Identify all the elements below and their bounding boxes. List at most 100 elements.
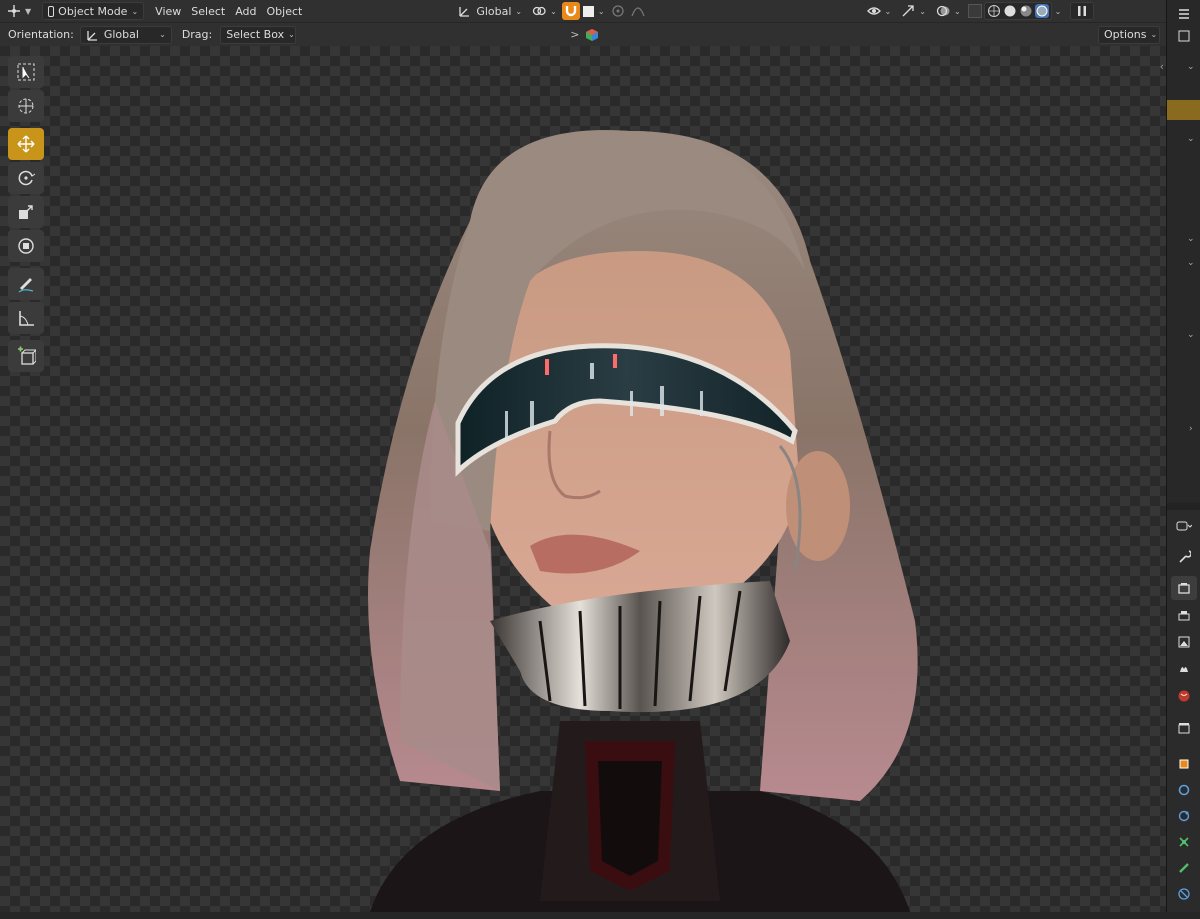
bone-icon: [1179, 863, 1189, 873]
scene-properties-tab[interactable]: [1171, 656, 1197, 680]
physics-properties-tab[interactable]: [1171, 830, 1197, 854]
sidebar-toggle-arrow[interactable]: ‹: [1160, 60, 1164, 73]
constraints-properties-tab[interactable]: [1171, 856, 1197, 880]
particles-properties-tab[interactable]: [1171, 804, 1197, 828]
toolbar: [8, 56, 44, 374]
pause-render-button[interactable]: [1070, 2, 1095, 20]
cursor-tool[interactable]: [8, 90, 44, 122]
chevron-down-icon: ▼: [25, 6, 32, 16]
modifier-icon: [1178, 784, 1190, 796]
move-tool[interactable]: [8, 128, 44, 160]
chevron-down-icon: ⌄: [131, 6, 139, 16]
snap-target-dropdown[interactable]: ⌄: [580, 2, 608, 20]
outliner-panel[interactable]: ⌄ ⌄ ⌄ ⌄ ⌄ ›: [1167, 0, 1200, 503]
shading-modes: [983, 2, 1052, 20]
collapse-chevron-icon[interactable]: ⌄: [1187, 330, 1195, 340]
printer-icon: [1178, 611, 1190, 621]
menu-select[interactable]: Select: [186, 2, 230, 20]
camera-back-icon: [1178, 583, 1190, 594]
annotate-tool[interactable]: [8, 268, 44, 300]
expand-header-arrow[interactable]: >: [570, 28, 579, 41]
solid-shading-icon[interactable]: [1003, 4, 1017, 18]
tool-settings-bar: Orientation: Global ⌄ Drag: Select Box ⌄…: [0, 22, 1166, 46]
pivot-icon: [532, 4, 546, 18]
chevron-down-icon: ⌄: [550, 6, 557, 16]
orientation-icon: [458, 4, 472, 18]
falloff-dropdown[interactable]: [628, 2, 648, 20]
mode-dropdown[interactable]: Object Mode ⌄: [42, 2, 145, 20]
menu-view[interactable]: View: [150, 2, 186, 20]
gizmo-toggle[interactable]: ⌄: [896, 2, 931, 20]
transform-gizmo-icon: [7, 4, 21, 18]
gizmo-icon: [901, 4, 915, 18]
rendered-character-image: [368, 130, 918, 912]
snap-increment-icon: [582, 5, 594, 17]
collapse-chevron-icon[interactable]: ⌄: [1187, 62, 1195, 72]
expand-chevron-icon[interactable]: ›: [1189, 424, 1193, 434]
status-bar: [0, 912, 1200, 919]
3d-viewport[interactable]: ‹: [0, 46, 1166, 912]
options-dropdown[interactable]: Options ⌄: [1098, 25, 1160, 44]
render-properties-tab[interactable]: [1171, 576, 1197, 600]
proportional-edit-toggle[interactable]: [608, 2, 628, 20]
output-properties-tab[interactable]: [1171, 604, 1197, 628]
particles-icon: [1178, 810, 1190, 822]
menu-add[interactable]: Add: [230, 2, 261, 20]
shading-options-dropdown[interactable]: ⌄: [1052, 2, 1065, 20]
visibility-dropdown[interactable]: ⌄: [862, 2, 897, 20]
view-layer-properties-tab[interactable]: [1171, 630, 1197, 654]
right-editors-column: ⌄ ⌄ ⌄ ⌄ ⌄ ›: [1166, 0, 1200, 912]
editor-type-button[interactable]: ▼: [2, 2, 36, 20]
properties-editor-type-icon[interactable]: [1171, 514, 1197, 538]
orientation-setting-value: Global: [103, 28, 139, 41]
mode-label: Object Mode: [58, 4, 128, 18]
menu-object[interactable]: Object: [262, 2, 308, 20]
snap-toggle[interactable]: [561, 2, 580, 20]
collapse-chevron-icon[interactable]: ⌄: [1187, 258, 1195, 268]
material-preview-icon[interactable]: [1019, 4, 1033, 18]
data-icon: [1178, 888, 1190, 900]
object-properties-tab[interactable]: [1171, 752, 1197, 776]
overlays-toggle[interactable]: ⌄: [931, 2, 966, 20]
collapse-chevron-icon[interactable]: ⌄: [1187, 234, 1195, 244]
rendered-shading-icon[interactable]: [1034, 4, 1049, 18]
chevron-down-icon: ⌄: [1054, 6, 1062, 16]
modifier-properties-tab[interactable]: [1171, 778, 1197, 802]
collapse-chevron-icon[interactable]: ⌄: [1187, 134, 1195, 144]
editor-type-icon[interactable]: [1171, 2, 1197, 26]
cube-gizmo-icon[interactable]: [585, 28, 599, 42]
filter-icon[interactable]: [1171, 24, 1197, 48]
measure-tool[interactable]: [8, 302, 44, 334]
proportional-edit-icon: [611, 4, 625, 18]
chevron-down-icon: ⌄: [1150, 30, 1158, 39]
chevron-down-icon: ⌄: [159, 30, 166, 39]
image-icon: [1178, 636, 1190, 648]
drag-setting-dropdown[interactable]: Select Box ⌄: [220, 25, 297, 44]
tool-properties-tab[interactable]: [1171, 544, 1197, 568]
scale-tool[interactable]: [8, 196, 44, 228]
transform-orientation-dropdown[interactable]: Global ⌄: [453, 2, 527, 20]
magnet-icon: [564, 4, 578, 18]
wireframe-shading-icon[interactable]: [987, 4, 1001, 18]
options-label: Options: [1104, 28, 1147, 41]
select-box-tool[interactable]: [8, 56, 44, 88]
wrench-icon: [1179, 550, 1191, 563]
scale-icon: [19, 205, 33, 219]
cursor-icon: [18, 98, 34, 114]
add-cube-tool[interactable]: [8, 340, 44, 372]
pivot-button[interactable]: ⌄: [527, 2, 562, 20]
chevron-down-icon: ⌄: [288, 30, 295, 39]
object-square-icon: [1179, 759, 1189, 769]
world-properties-tab[interactable]: [1171, 684, 1197, 708]
data-properties-tab[interactable]: [1171, 882, 1197, 906]
transform-tool[interactable]: [8, 230, 44, 262]
rotate-tool[interactable]: [8, 162, 44, 194]
orientation-label: Global: [476, 4, 512, 18]
active-outliner-row[interactable]: [1167, 100, 1200, 120]
xray-toggle[interactable]: [966, 2, 984, 20]
properties-panel: [1167, 510, 1200, 912]
orientation-setting-dropdown[interactable]: Global ⌄: [79, 25, 172, 44]
collection-properties-tab[interactable]: [1171, 716, 1197, 740]
scene-icon: [1180, 667, 1188, 672]
ruler-icon: [19, 311, 34, 326]
